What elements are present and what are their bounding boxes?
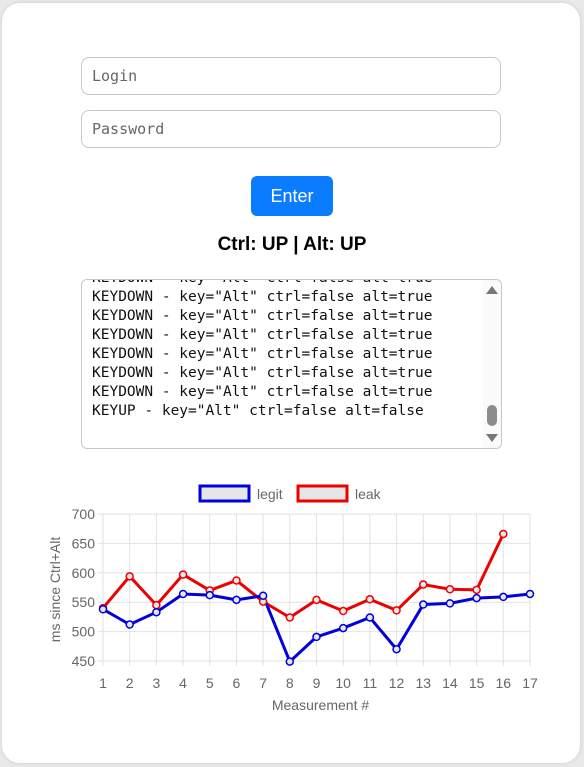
data-point-leak — [178, 570, 188, 579]
data-point-leak — [125, 572, 134, 581]
data-point-leak — [472, 585, 481, 595]
x-tick-label: 14 — [442, 675, 458, 691]
log-line: KEYDOWN - key="Alt" ctrl=false alt=true — [92, 327, 433, 343]
x-tick-label: 9 — [313, 675, 321, 691]
data-point-legit — [338, 623, 348, 633]
y-axis-label: ms since Ctrl+Alt — [47, 537, 63, 643]
data-point-legit — [445, 599, 455, 608]
y-tick-label: 700 — [72, 506, 96, 522]
log-scrollbar[interactable] — [483, 280, 501, 448]
data-point-legit — [419, 600, 428, 609]
x-tick-label: 17 — [522, 675, 538, 691]
x-tick-label: 2 — [126, 675, 134, 691]
data-point-legit — [312, 632, 321, 642]
legend-item-leak: leak — [296, 484, 382, 503]
data-point-leak — [232, 576, 241, 585]
login-input[interactable] — [81, 57, 501, 95]
event-log-lines: KEYDOWN - key="Alt" ctrl=false alt=true K… — [92, 280, 433, 421]
x-tick-label: 5 — [206, 675, 214, 691]
data-point-leak — [338, 606, 348, 616]
legend-item-legit: legit — [198, 484, 283, 503]
data-point-legit — [285, 657, 295, 666]
log-line: KEYDOWN - key="Alt" ctrl=false alt=true — [92, 280, 432, 288]
data-point-legit — [152, 607, 161, 617]
y-tick-label: 450 — [72, 653, 96, 669]
y-tick-label: 550 — [72, 594, 96, 610]
log-line: KEYDOWN - key="Alt" ctrl=false alt=true — [92, 289, 433, 305]
data-point-leak — [285, 613, 295, 622]
log-line: KEYUP - key="Alt" ctrl=false alt=false — [92, 403, 424, 419]
log-line: KEYDOWN - key="Alt" ctrl=false alt=true — [92, 365, 433, 381]
data-point-leak — [445, 585, 455, 594]
data-point-legit — [499, 592, 508, 602]
x-tick-label: 6 — [233, 675, 241, 691]
x-tick-label: 3 — [152, 675, 160, 691]
x-tick-label: 10 — [335, 675, 351, 691]
data-point-leak — [392, 606, 401, 615]
data-point-legit — [178, 589, 188, 599]
data-point-legit — [205, 590, 214, 600]
data-point-leak — [152, 600, 161, 610]
log-line: KEYDOWN - key="Alt" ctrl=false alt=true — [92, 346, 433, 362]
data-point-legit — [365, 613, 375, 622]
scroll-down-arrow-icon[interactable] — [486, 434, 498, 442]
legend-swatch-leak — [296, 484, 349, 503]
modifier-status: Ctrl: UP | Alt: UP — [217, 234, 367, 255]
log-line: KEYDOWN - key="Alt" ctrl=false alt=true — [92, 384, 433, 400]
x-tick-label: 13 — [415, 675, 431, 691]
data-point-leak — [499, 529, 508, 539]
data-point-leak — [365, 595, 375, 604]
scroll-thumb[interactable] — [487, 405, 497, 426]
data-point-legit — [392, 644, 401, 654]
x-tick-label: 4 — [179, 675, 187, 691]
data-point-legit — [232, 595, 241, 605]
latency-chart: 4505005506006507001 2 3 4 5 6 7 8 9 10 11 12 13 14 15 1… — [47, 484, 538, 713]
y-tick-label: 600 — [72, 565, 96, 581]
x-tick-label: 11 — [363, 675, 378, 691]
x-axis-label: Measurement # — [272, 697, 369, 713]
x-tick-label: 12 — [389, 675, 405, 691]
legend-label-leak: leak — [355, 486, 382, 502]
event-log[interactable]: KEYDOWN - key="Alt" ctrl=false alt=true K… — [81, 279, 502, 449]
scroll-up-arrow-icon[interactable] — [486, 286, 498, 294]
legend-swatch-legit — [198, 484, 251, 503]
data-point-legit — [525, 589, 535, 599]
x-tick-label: 8 — [286, 675, 294, 691]
x-tick-label: 16 — [496, 675, 512, 691]
y-tick-label: 650 — [72, 535, 96, 551]
legend-label-legit: legit — [257, 486, 283, 502]
data-point-legit — [258, 591, 268, 600]
data-point-legit — [98, 605, 108, 614]
data-point-legit — [472, 593, 481, 603]
enter-button[interactable]: Enter — [251, 176, 333, 216]
x-tick-label: 15 — [469, 675, 485, 691]
log-line: KEYDOWN - key="Alt" ctrl=false alt=true — [92, 308, 433, 324]
data-point-leak — [312, 595, 321, 605]
password-input[interactable] — [81, 110, 501, 148]
y-tick-label: 500 — [72, 624, 96, 640]
data-point-legit — [125, 620, 134, 629]
x-tick-label: 1 — [99, 675, 107, 691]
data-point-leak — [419, 580, 428, 589]
x-tick-label: 7 — [259, 675, 267, 691]
